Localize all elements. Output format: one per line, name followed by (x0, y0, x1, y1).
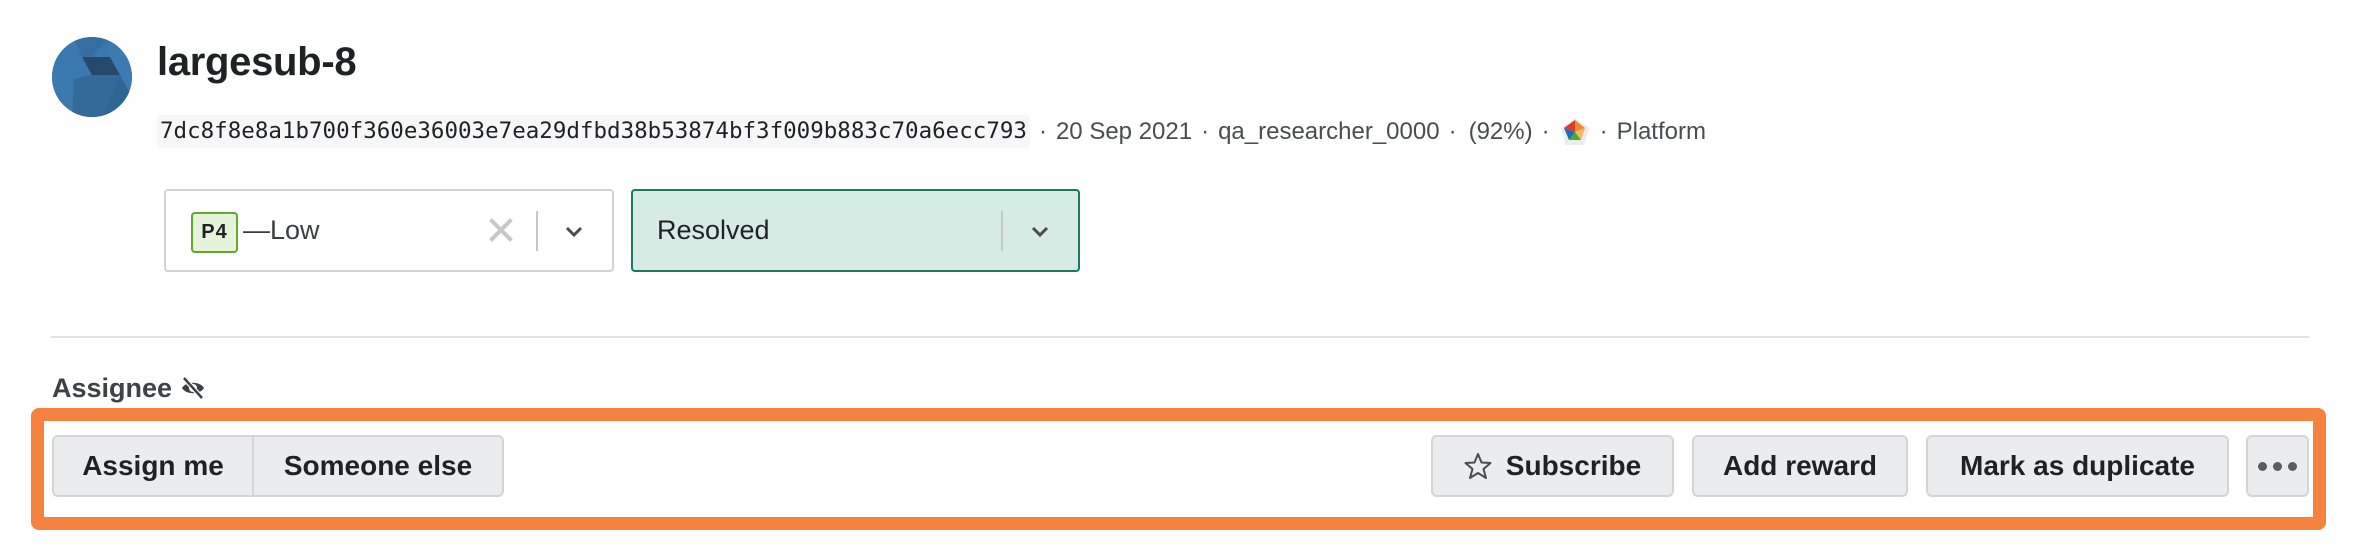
report-title: largesub-8 (157, 40, 357, 84)
priority-badge: P4 (191, 212, 238, 253)
separator: · (1448, 117, 1457, 145)
ellipsis-icon (2258, 461, 2297, 471)
program-avatar[interactable] (52, 37, 132, 117)
add-reward-button[interactable]: Add reward (1692, 435, 1908, 497)
separator: · (1541, 117, 1550, 145)
priority-select[interactable]: P4 —Low (164, 189, 614, 272)
assignee-heading: Assignee (52, 372, 206, 404)
chevron-down-icon[interactable] (1028, 219, 1052, 243)
more-actions-button[interactable] (2246, 435, 2309, 497)
report-date: 20 Sep 2021 (1055, 117, 1193, 145)
subscribe-button[interactable]: Subscribe (1431, 435, 1674, 497)
select-divider (536, 211, 538, 251)
report-meta: 7dc8f8e8a1b700f360e36003e7ea29dfbd38b538… (157, 115, 1706, 148)
program-logo-icon (52, 37, 132, 117)
close-icon[interactable] (488, 217, 514, 243)
assign-someone-else-button[interactable]: Someone else (254, 435, 504, 497)
reporter-reputation: (92%) (1468, 117, 1533, 145)
star-icon (1464, 452, 1492, 480)
asset-link[interactable]: Platform (1617, 118, 1706, 146)
report-hash: 7dc8f8e8a1b700f360e36003e7ea29dfbd38b538… (157, 115, 1030, 148)
assign-me-button[interactable]: Assign me (52, 435, 254, 497)
priority-value: —Low (243, 215, 320, 245)
reputation-pentagon-icon (1559, 116, 1591, 148)
subscribe-label: Subscribe (1505, 450, 1642, 481)
reporter-link[interactable]: qa_researcher_0000 (1218, 118, 1440, 146)
separator: · (1201, 117, 1210, 145)
assignee-label: Assignee (52, 373, 173, 403)
section-divider (51, 336, 2309, 338)
separator: · (1038, 117, 1047, 145)
select-divider (1001, 211, 1003, 251)
mark-as-duplicate-button[interactable]: Mark as duplicate (1926, 435, 2229, 497)
status-value: Resolved (657, 215, 770, 245)
status-select[interactable]: Resolved (631, 189, 1080, 272)
chevron-down-icon[interactable] (562, 219, 586, 243)
eye-slash-icon (180, 375, 206, 401)
separator: · (1599, 117, 1608, 145)
